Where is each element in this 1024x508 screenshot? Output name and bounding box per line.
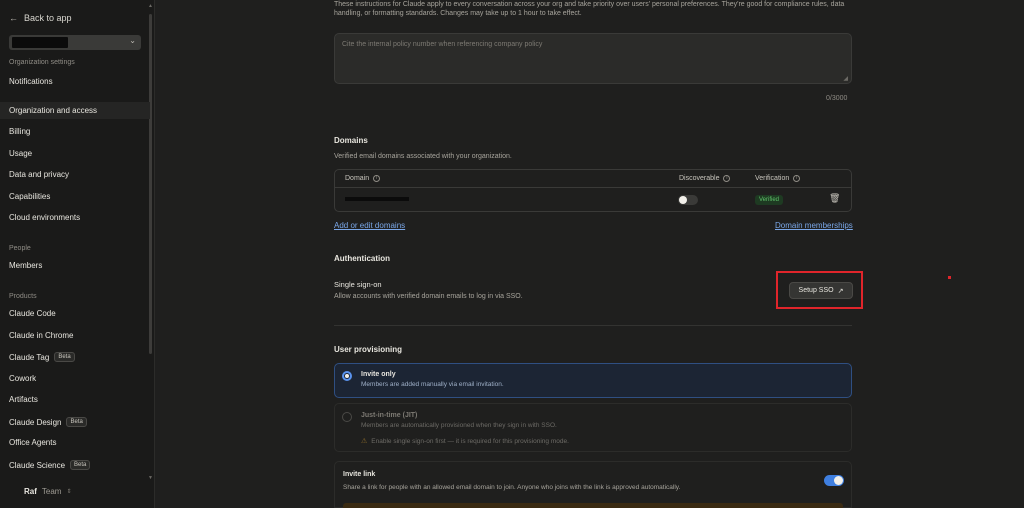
warning-banner <box>343 503 843 508</box>
sso-title: Single sign-on <box>334 280 382 289</box>
setup-sso-label: Setup SSO <box>798 287 834 294</box>
redacted-domain <box>345 197 409 201</box>
invite-link-title: Invite link <box>343 471 376 478</box>
warning-text: Enable single sign-on first — it is requ… <box>371 437 569 445</box>
scroll-down-icon[interactable]: ▼ <box>148 475 153 481</box>
arrow-left-icon: ← <box>9 13 18 23</box>
sidebar-item-cowork[interactable]: Cowork <box>9 374 36 383</box>
chevron-down-icon: ⌄ <box>129 36 136 45</box>
instructions-placeholder: Cite the internal policy number when ref… <box>342 41 543 48</box>
option-desc: Members are added manually via email inv… <box>361 381 504 388</box>
back-label: Back to app <box>24 13 72 23</box>
user-plan: Team <box>41 487 62 496</box>
sidebar-item-label: Claude Design <box>9 417 62 427</box>
option-desc: Members are automatically provisioned wh… <box>361 422 557 429</box>
char-counter: 0/3000 <box>826 95 848 102</box>
sso-required-warning: ⚠ Enable single sign-on first — it is re… <box>361 437 569 446</box>
sidebar-item-billing[interactable]: Billing <box>9 127 30 136</box>
trash-icon[interactable]: 🗑 <box>829 193 840 204</box>
verified-badge: Verified <box>755 195 784 205</box>
sidebar-item-office-agents[interactable]: Office Agents <box>9 438 56 447</box>
setup-sso-button[interactable]: Setup SSO ↗ <box>789 282 853 299</box>
radio-unselected[interactable] <box>342 412 352 422</box>
section-products: Products <box>9 293 37 300</box>
info-icon[interactable]: i <box>373 175 381 182</box>
sidebar-item-claude-chrome[interactable]: Claude in Chrome <box>9 331 73 340</box>
external-link-icon: ↗ <box>837 287 844 295</box>
sidebar-item-claude-science[interactable]: Claude Science Beta <box>9 460 91 470</box>
beta-badge: Beta <box>70 460 91 470</box>
radio-selected[interactable] <box>342 371 352 381</box>
discoverable-toggle[interactable] <box>678 195 698 205</box>
chevron-updown-icon: ⇕ <box>66 489 72 495</box>
authentication-title: Authentication <box>334 254 390 263</box>
sidebar-item-claude-code[interactable]: Claude Code <box>9 309 56 318</box>
invite-link-card: Invite link Share a link for people with… <box>334 461 852 508</box>
col-discoverable-label: Discoverable <box>679 175 720 182</box>
sidebar-item-label: Claude Tag <box>9 352 50 362</box>
sidebar-item-claude-tag[interactable]: Claude Tag Beta <box>9 352 75 362</box>
domain-memberships-link[interactable]: Domain memberships <box>775 221 853 230</box>
sidebar-item-claude-design[interactable]: Claude Design Beta <box>9 417 87 427</box>
option-title: Just-in-time (JIT) <box>361 412 418 419</box>
warning-icon: ⚠ <box>361 438 368 445</box>
add-edit-domains-link[interactable]: Add or edit domains <box>334 221 405 230</box>
sidebar-item-label: Claude Science <box>9 460 66 470</box>
instructions-description: These instructions for Claude apply to e… <box>334 1 845 17</box>
info-icon[interactable]: i <box>793 175 801 182</box>
toggle-knob <box>834 476 843 485</box>
table-header: Domain i Discoverable i Verification i <box>335 170 851 188</box>
col-verification: Verification i <box>755 175 801 182</box>
option-title: Invite only <box>361 371 396 378</box>
col-domain: Domain i <box>345 175 381 182</box>
col-domain-label: Domain <box>345 175 370 182</box>
sidebar-scrollbar[interactable] <box>149 14 152 354</box>
beta-badge: Beta <box>54 352 75 362</box>
instructions-textarea[interactable]: Cite the internal policy number when ref… <box>334 33 852 84</box>
domains-subtitle: Verified email domains associated with y… <box>334 153 512 160</box>
domains-table: Domain i Discoverable i Verification i V… <box>334 169 852 212</box>
user-menu[interactable]: Raf Team ⇕ <box>24 487 71 496</box>
sidebar: ▲ ▼ ← Back to app ⌄ Organization setting… <box>0 0 155 508</box>
sidebar-item-usage[interactable]: Usage <box>9 149 32 158</box>
provisioning-title: User provisioning <box>334 345 403 354</box>
back-to-app-link[interactable]: ← Back to app <box>9 13 72 23</box>
sidebar-item-org-access[interactable]: Organization and access <box>0 102 150 119</box>
toggle-knob <box>679 196 687 204</box>
redacted-org-name <box>12 37 68 48</box>
user-name: Raf <box>24 487 37 496</box>
col-verification-label: Verification <box>755 175 790 182</box>
domains-title: Domains <box>334 136 368 145</box>
beta-badge: Beta <box>66 417 87 427</box>
resize-grip-icon[interactable]: ◢ <box>843 75 848 82</box>
sidebar-item-data-privacy[interactable]: Data and privacy <box>9 170 69 179</box>
invite-link-toggle[interactable] <box>824 475 844 486</box>
org-selector[interactable]: ⌄ <box>9 35 141 50</box>
red-marker <box>948 276 951 279</box>
option-jit[interactable]: Just-in-time (JIT) Members are automatic… <box>334 403 852 452</box>
section-people: People <box>9 245 31 252</box>
col-discoverable: Discoverable i <box>679 175 731 182</box>
sidebar-item-members[interactable]: Members <box>9 261 42 270</box>
scroll-up-icon[interactable]: ▲ <box>148 3 153 9</box>
sidebar-item-notifications[interactable]: Notifications <box>9 77 53 86</box>
sidebar-item-cloud-env[interactable]: Cloud environments <box>9 213 80 222</box>
sidebar-item-artifacts[interactable]: Artifacts <box>9 395 38 404</box>
info-icon[interactable]: i <box>723 175 731 182</box>
invite-link-desc: Share a link for people with an allowed … <box>343 484 681 491</box>
option-invite-only[interactable]: Invite only Members are added manually v… <box>334 363 852 398</box>
sso-description: Allow accounts with verified domain emai… <box>334 293 523 300</box>
section-org-settings: Organization settings <box>9 59 75 66</box>
sidebar-item-capabilities[interactable]: Capabilities <box>9 192 50 201</box>
divider <box>334 325 852 326</box>
